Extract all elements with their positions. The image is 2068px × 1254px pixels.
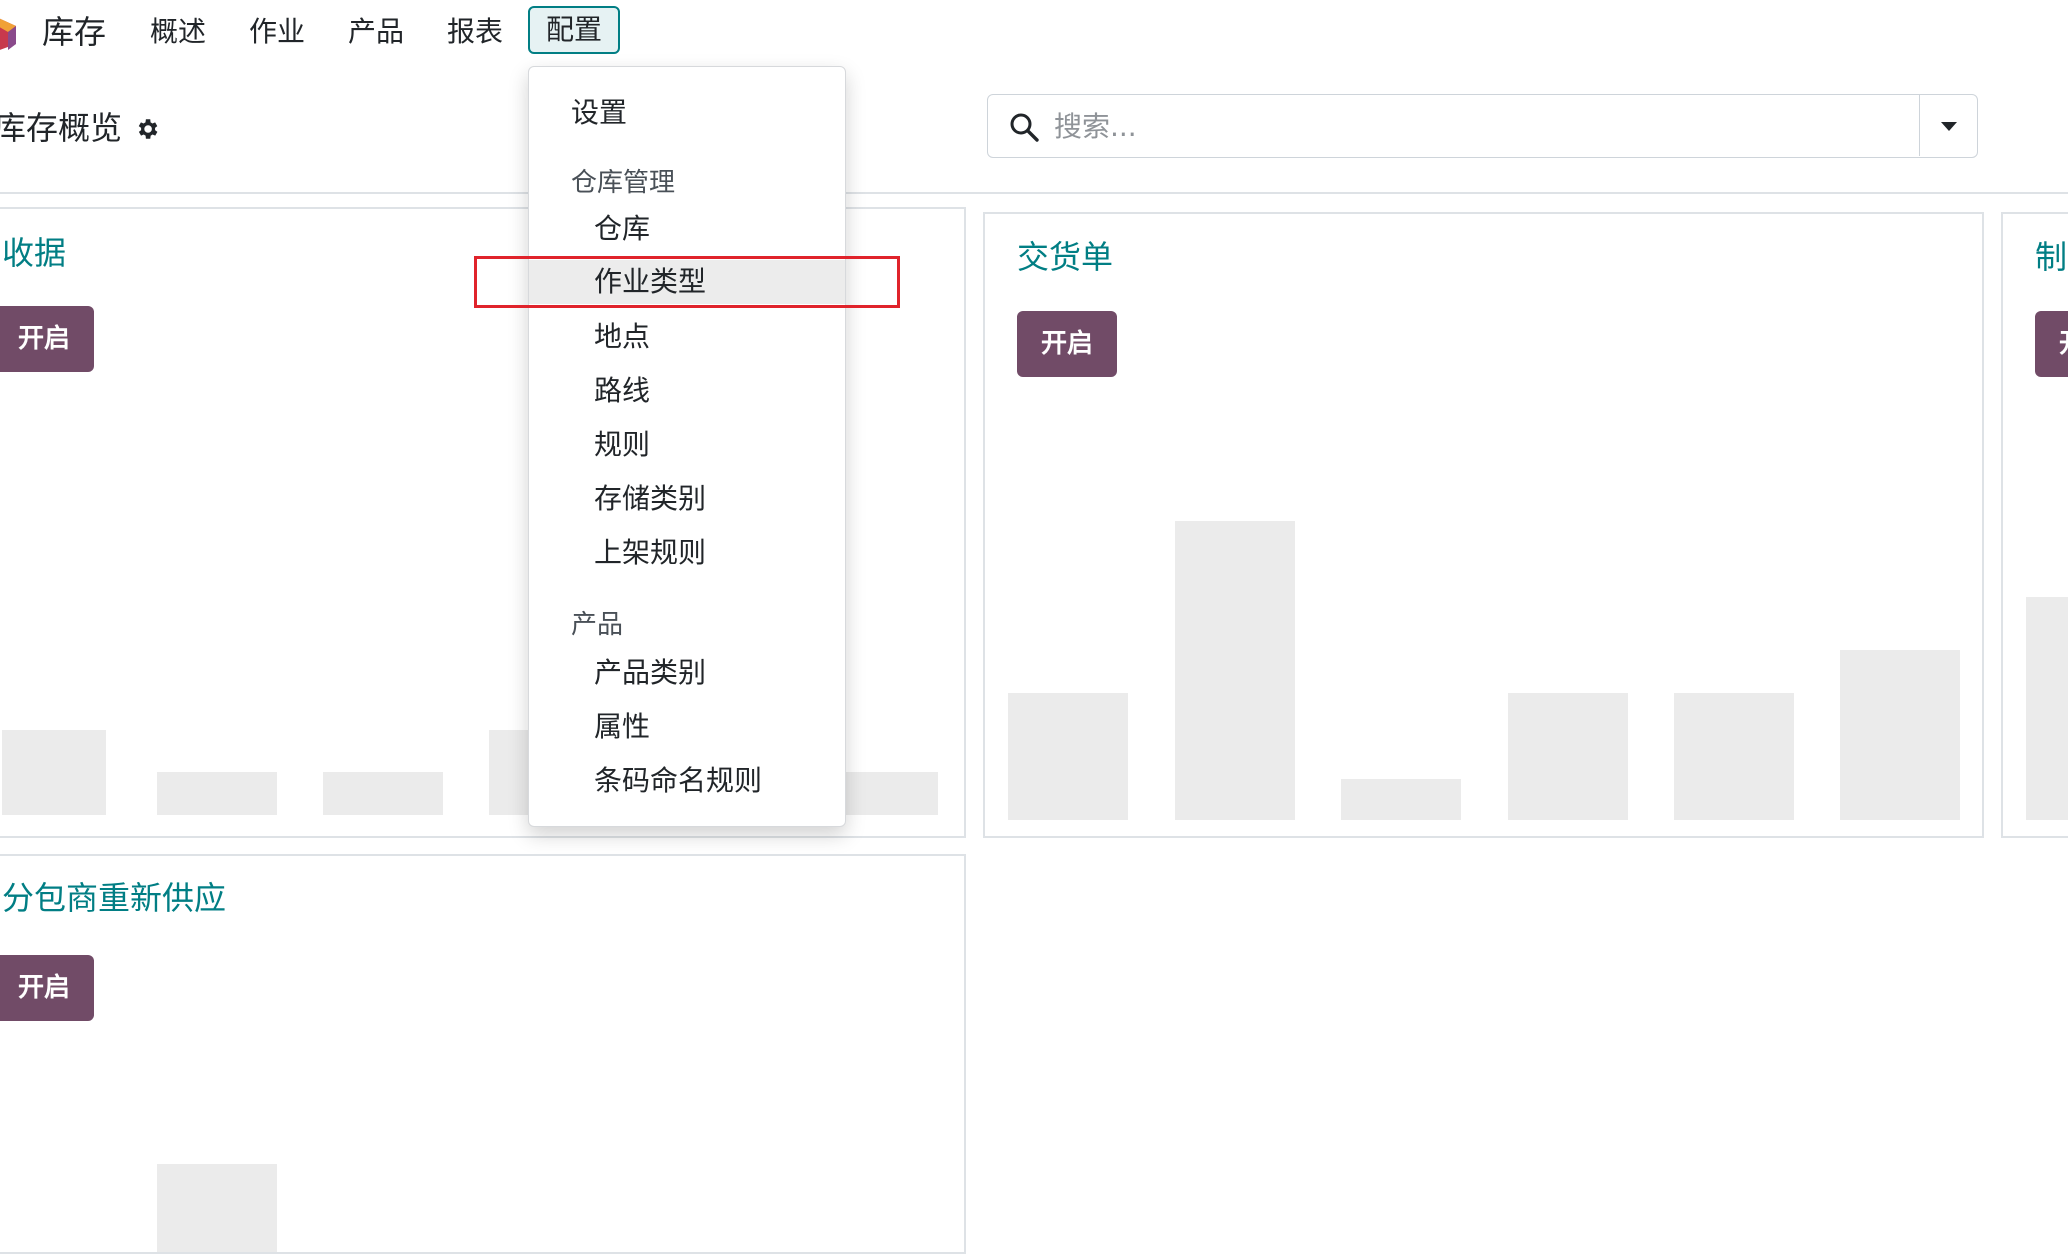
open-button[interactable]: 开启 bbox=[0, 955, 94, 1021]
card-title[interactable]: 交货单 bbox=[1017, 235, 1113, 279]
caret-down-icon bbox=[1941, 122, 1957, 131]
menu-item-putaway-rules[interactable]: 上架规则 bbox=[529, 531, 845, 575]
search-bar bbox=[987, 94, 1978, 158]
search-input[interactable] bbox=[1052, 103, 1876, 149]
section-header-warehouse-management: 仓库管理 bbox=[571, 168, 676, 198]
inventory-app-logo-icon[interactable] bbox=[0, 12, 16, 52]
placeholder-bar bbox=[2, 730, 106, 815]
placeholder-bar bbox=[2026, 597, 2068, 820]
placeholder-bar bbox=[323, 772, 443, 815]
search-icon bbox=[1010, 113, 1039, 142]
card-title[interactable]: 制 bbox=[2035, 235, 2067, 279]
menu-products[interactable]: 产品 bbox=[348, 12, 404, 52]
highlight-annotation-box bbox=[474, 256, 900, 308]
menu-item-routes[interactable]: 路线 bbox=[529, 369, 845, 413]
menu-operations[interactable]: 作业 bbox=[249, 12, 305, 52]
placeholder-bar bbox=[1341, 779, 1461, 820]
menu-item-rules[interactable]: 规则 bbox=[529, 423, 845, 467]
menu-item-product-categories[interactable]: 产品类别 bbox=[529, 651, 845, 695]
placeholder-bar bbox=[844, 772, 938, 815]
gear-icon[interactable] bbox=[134, 116, 160, 142]
menu-reporting[interactable]: 报表 bbox=[447, 12, 503, 52]
menu-item-attributes[interactable]: 属性 bbox=[529, 705, 845, 749]
app-name[interactable]: 库存 bbox=[42, 12, 106, 52]
placeholder-bar bbox=[157, 772, 277, 815]
placeholder-bar bbox=[1008, 693, 1128, 820]
card-subcontracting-resupply[interactable]: 分包商重新供应 开启 bbox=[0, 854, 966, 1254]
card-delivery-orders[interactable]: 交货单 开启 bbox=[983, 212, 1984, 838]
section-header-products: 产品 bbox=[571, 610, 624, 640]
header-divider bbox=[0, 192, 2068, 194]
open-button[interactable]: 开启 bbox=[1017, 311, 1117, 377]
search-options-toggle[interactable] bbox=[1919, 95, 1977, 156]
menu-configuration[interactable]: 配置 bbox=[528, 6, 621, 54]
menu-item-barcode-nomenclatures[interactable]: 条码命名规则 bbox=[529, 759, 845, 803]
card-title[interactable]: 收据 bbox=[2, 231, 66, 275]
menu-item-warehouses[interactable]: 仓库 bbox=[529, 207, 845, 251]
card-title[interactable]: 分包商重新供应 bbox=[2, 876, 226, 920]
menu-item-storage-categories[interactable]: 存储类别 bbox=[529, 477, 845, 521]
placeholder-bar bbox=[1674, 693, 1794, 820]
configuration-dropdown-menu: 设置 仓库管理 仓库 作业类型 地点 路线 规则 存储类别 上架规则 产品 产品… bbox=[528, 66, 846, 827]
placeholder-bar bbox=[1508, 693, 1628, 820]
top-navbar: 库存 概述 作业 产品 报表 配置 bbox=[0, 0, 2068, 64]
open-button[interactable]: 开启 bbox=[0, 306, 94, 372]
page-title[interactable]: 库存概览 bbox=[0, 106, 122, 150]
card-manufacturing[interactable]: 制 开 bbox=[2001, 212, 2068, 838]
placeholder-bar bbox=[1175, 521, 1295, 820]
placeholder-bar bbox=[157, 1164, 277, 1252]
open-button[interactable]: 开 bbox=[2035, 311, 2068, 377]
menu-item-locations[interactable]: 地点 bbox=[529, 315, 845, 359]
menu-item-settings[interactable]: 设置 bbox=[529, 91, 845, 135]
menu-overview[interactable]: 概述 bbox=[150, 12, 206, 52]
placeholder-bar bbox=[1840, 650, 1960, 820]
